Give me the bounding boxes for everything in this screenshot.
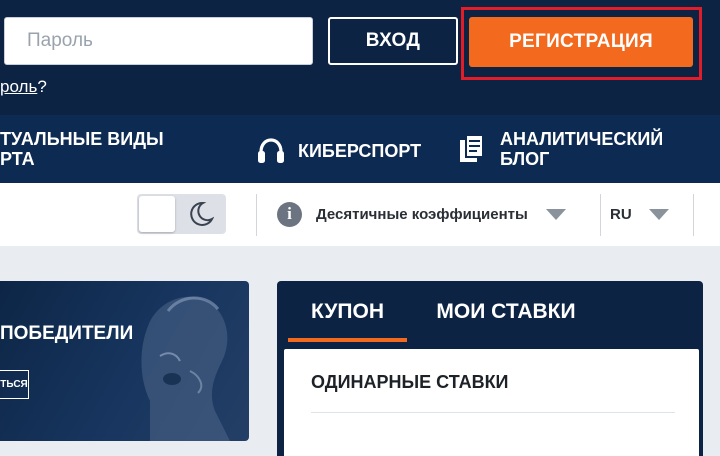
language-label: RU xyxy=(610,205,632,223)
odds-format-label: Десятичные коэффициенты xyxy=(316,205,528,223)
documents-icon xyxy=(458,134,486,164)
forgot-password-text: роль? xyxy=(0,77,47,97)
password-input[interactable] xyxy=(4,17,313,65)
promo-banner[interactable] xyxy=(0,281,249,441)
nav-item-label: АНАЛИТИЧЕСКИЙ БЛОГ xyxy=(500,129,664,169)
theme-toggle[interactable] xyxy=(137,194,226,234)
tab-my-bets[interactable]: МОИ СТАВКИ xyxy=(420,281,592,342)
login-button[interactable]: ВХОД xyxy=(328,17,458,65)
active-tab-indicator xyxy=(288,338,407,342)
toolbar-divider xyxy=(600,194,601,236)
single-bets-heading: ОДИНАРНЫЕ СТАВКИ xyxy=(311,372,509,392)
coupon-divider xyxy=(311,412,675,413)
theme-toggle-knob xyxy=(139,196,175,232)
settings-toolbar: i Десятичные коэффициенты RU xyxy=(0,183,720,246)
nav-item-sports[interactable]: ТУАЛЬНЫЕ ВИДЫ РТА xyxy=(0,129,164,169)
nav-item-esports[interactable]: КИБЕРСПОРТ xyxy=(256,137,421,165)
main-nav: ТУАЛЬНЫЕ ВИДЫ РТА КИБЕРСПОРТ АНАЛИТИЧЕСК… xyxy=(0,115,720,183)
nav-item-label: КИБЕРСПОРТ xyxy=(298,141,422,161)
odds-format-select[interactable]: i Десятичные коэффициенты xyxy=(277,198,566,230)
toolbar-divider xyxy=(693,194,694,236)
nav-item-label: ТУАЛЬНЫЕ ВИДЫ РТА xyxy=(0,129,164,169)
banner-title: ПОБЕДИТЕЛИ xyxy=(0,323,134,344)
toolbar-divider xyxy=(256,194,257,236)
forgot-password-link[interactable]: роль xyxy=(0,77,37,96)
chevron-down-icon xyxy=(648,208,669,220)
register-button[interactable]: РЕГИСТРАЦИЯ xyxy=(469,17,693,67)
headset-icon xyxy=(256,137,286,165)
athlete-illustration xyxy=(141,296,230,441)
nav-item-analytics-blog[interactable]: АНАЛИТИЧЕСКИЙ БЛОГ xyxy=(458,129,663,169)
chevron-down-icon xyxy=(545,208,566,220)
coupon-body xyxy=(284,349,699,456)
info-icon: i xyxy=(277,201,302,227)
forgot-password-suffix: ? xyxy=(37,77,47,96)
moon-icon xyxy=(188,201,215,232)
language-select[interactable]: RU xyxy=(610,198,669,230)
banner-button[interactable]: ТЬСЯ xyxy=(0,370,29,399)
tab-coupon[interactable]: КУПОН xyxy=(288,281,407,342)
